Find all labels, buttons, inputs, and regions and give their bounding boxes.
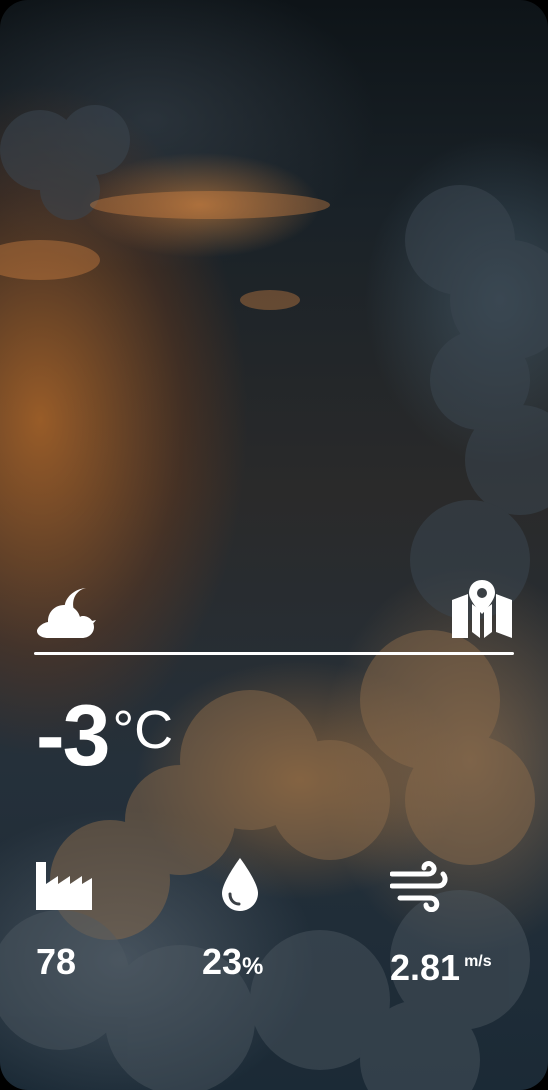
air-quality-stat: 78 [36,858,156,998]
wind-icon [390,861,448,912]
top-row [34,580,514,642]
humidity-number: 23 [202,941,243,982]
water-drop-icon [222,858,258,911]
weather-stats: 78 23% 2.81 m/s [0,858,548,998]
wind-stat: 2.81 m/s [390,858,540,998]
cloud-moon-icon[interactable] [34,584,102,640]
air-quality-value: 78 [36,940,76,984]
temperature-unit: °C [112,700,174,760]
factory-icon [36,862,92,910]
air-quality-number: 78 [36,941,77,982]
wind-number: 2.81 [390,947,461,988]
divider-line [34,652,514,655]
temperature-display: -3 °C [36,688,173,788]
humidity-value: 23% [202,940,263,989]
humidity-unit: % [242,953,264,980]
map-location-icon[interactable] [450,580,514,640]
wind-unit: m/s [464,953,492,970]
content-overlay: -3 °C 78 23% 2.81 m/s [0,0,548,1090]
humidity-stat: 23% [202,858,322,998]
temperature-value: -3 [36,688,110,784]
wind-value: 2.81 m/s [390,940,492,990]
weather-screen: -3 °C 78 23% 2.81 m/s [0,0,548,1090]
